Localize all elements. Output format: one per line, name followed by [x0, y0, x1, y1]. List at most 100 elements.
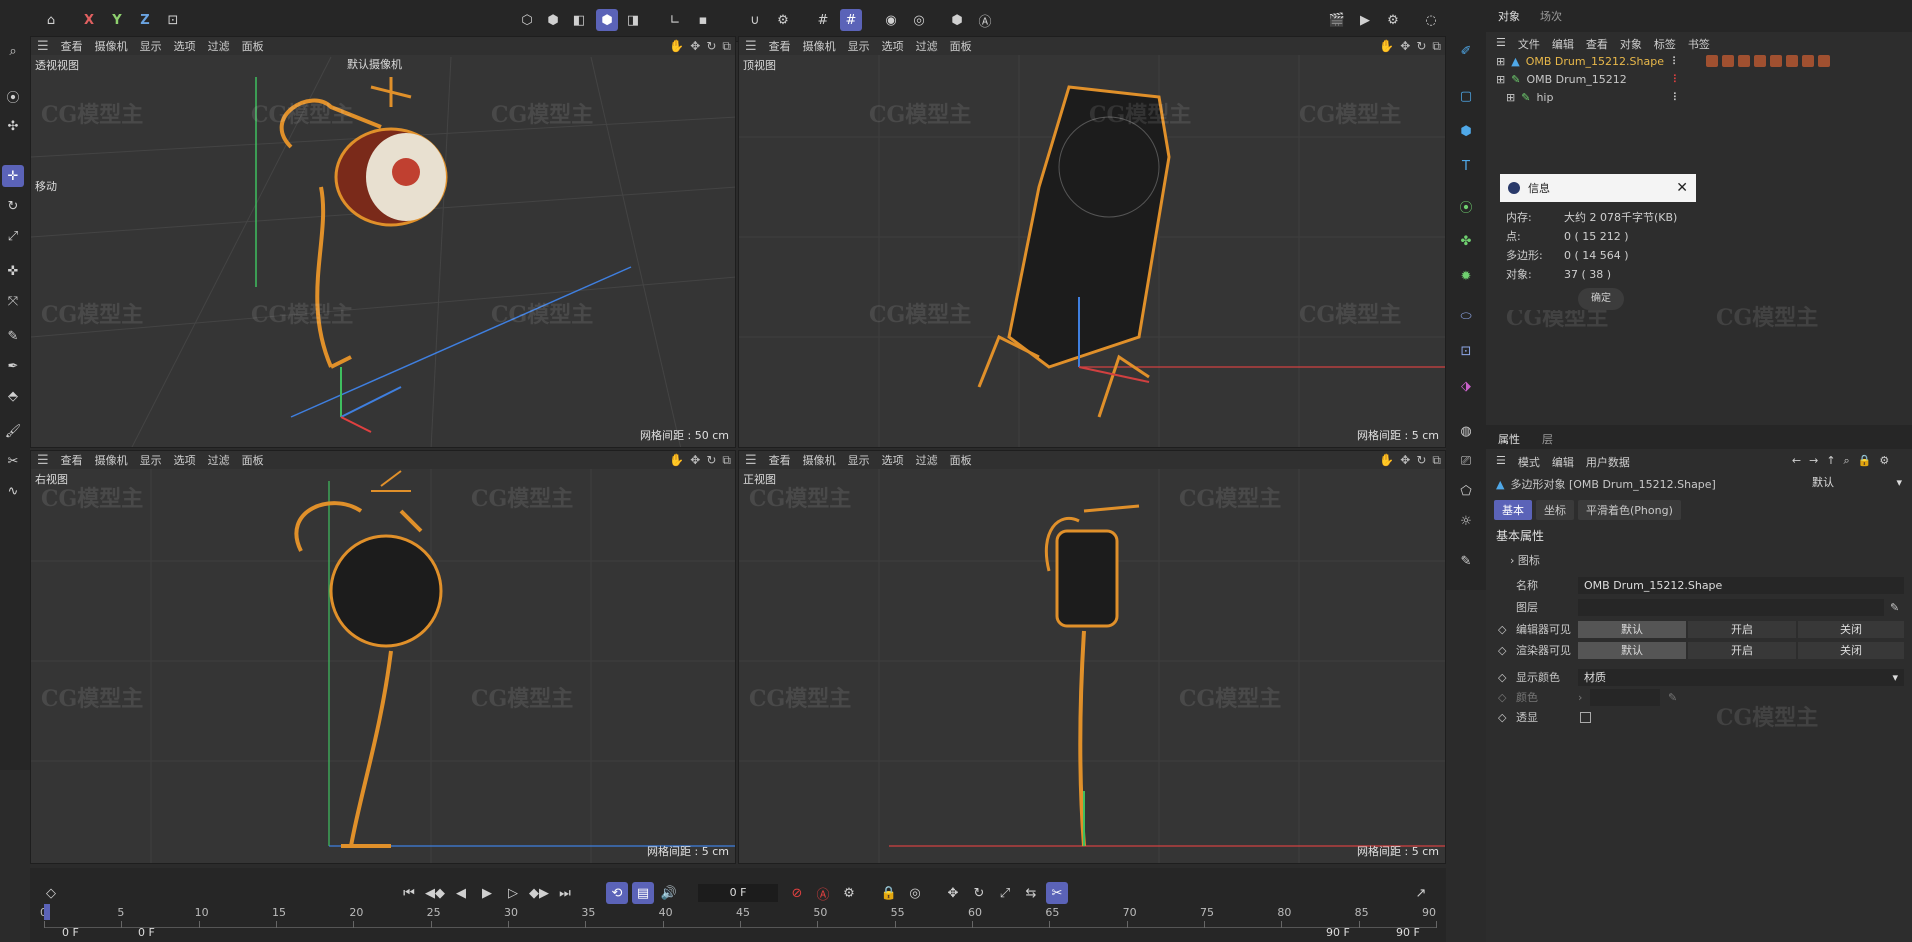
material-tag-icon[interactable]: [1785, 55, 1798, 67]
object-row[interactable]: ⊞ ▲ OMB Drum_15212.Shape ⠇: [1486, 52, 1912, 70]
search-icon[interactable]: ⌕: [1844, 454, 1850, 470]
eyedropper-icon[interactable]: ✎: [1668, 691, 1677, 704]
viewport-top[interactable]: ☰ 查看 摄像机 显示 选项 过滤 面板 ✋ ✥ ↻ ⧉ 顶视图 网格间距 : 5 c…: [738, 36, 1446, 448]
y-axis-lock-icon[interactable]: Y: [106, 9, 128, 31]
playhead[interactable]: [44, 904, 50, 920]
menu-bookmarks[interactable]: 书签: [1688, 36, 1710, 52]
camera-icon[interactable]: ⎚: [1455, 450, 1477, 472]
deformer-icon[interactable]: ⬭: [1455, 305, 1477, 327]
object-name[interactable]: OMB Drum_15212: [1526, 73, 1666, 86]
knife-icon[interactable]: ✂: [2, 450, 24, 472]
render-mode-1-icon[interactable]: ⬡: [516, 9, 538, 31]
snap-icon[interactable]: ∟: [664, 9, 686, 31]
end-frame-b[interactable]: 90 F: [1396, 926, 1420, 939]
motion-icon[interactable]: ◎: [904, 882, 926, 904]
render-mode-active-icon[interactable]: ⬢: [596, 9, 618, 31]
subtab-basic[interactable]: 基本: [1494, 500, 1532, 520]
chevron-right-icon[interactable]: ›: [1578, 691, 1582, 704]
end-frame-a[interactable]: 90 F: [1326, 926, 1350, 939]
render-visible-on[interactable]: 开启: [1688, 641, 1796, 659]
name-field[interactable]: OMB Drum_15212.Shape: [1578, 576, 1904, 594]
grid-icon[interactable]: #: [812, 9, 834, 31]
tab-layers[interactable]: 层: [1542, 431, 1553, 447]
back-icon[interactable]: ←: [1792, 454, 1801, 470]
scale-key-icon[interactable]: ⤢: [994, 882, 1016, 904]
prev-key-icon[interactable]: ◀◆: [424, 882, 446, 904]
menu-edit[interactable]: 编辑: [1552, 454, 1574, 470]
render-mode-2-icon[interactable]: ⬢: [542, 9, 564, 31]
scene-icon[interactable]: ⬗: [1455, 375, 1477, 397]
lock-icon[interactable]: 🔒: [1858, 454, 1872, 470]
undo-icon[interactable]: ⌂: [40, 9, 62, 31]
autokey-icon[interactable]: ◎: [908, 9, 930, 31]
menu-tags[interactable]: 标签: [1654, 36, 1676, 52]
cube-primitive-icon[interactable]: ⬢: [1455, 120, 1477, 142]
pen-icon[interactable]: ✒: [2, 355, 24, 377]
editor-visible-off[interactable]: 关闭: [1798, 620, 1904, 638]
move-icon[interactable]: ✛: [2, 165, 24, 187]
select-icon[interactable]: ⦿: [2, 85, 24, 107]
text-tool-icon[interactable]: T: [1455, 155, 1477, 177]
tab-attributes[interactable]: 属性: [1498, 431, 1520, 447]
menu-user-data[interactable]: 用户数据: [1586, 454, 1630, 470]
x-axis-lock-icon[interactable]: X: [78, 9, 100, 31]
rectangle-spline-icon[interactable]: ▢: [1455, 85, 1477, 107]
environment-icon[interactable]: ◍: [1455, 420, 1477, 442]
render-mode-5-icon[interactable]: ◨: [622, 9, 644, 31]
icon-group[interactable]: › 图标: [1510, 552, 1540, 568]
keyframe-icon[interactable]: ◇: [40, 882, 62, 904]
goto-start-icon[interactable]: ⏮: [398, 882, 420, 904]
start-frame-a[interactable]: 0 F: [62, 926, 79, 939]
tab-scene[interactable]: 场次: [1540, 8, 1562, 24]
layer-edit-icon[interactable]: ✎: [1890, 601, 1899, 614]
expand-icon[interactable]: ⊞: [1496, 73, 1505, 86]
viewport-right[interactable]: ☰ 查看 摄像机 显示 选项 过滤 面板 ✋ ✥ ↻ ⧉ 右视图 网格间距 : 5 c…: [30, 450, 736, 864]
render-mode-3-icon[interactable]: ◧: [568, 9, 590, 31]
visibility-dot-icon[interactable]: ⠇: [1672, 73, 1680, 86]
material-tag-icon[interactable]: [1721, 55, 1734, 67]
lock-icon[interactable]: 🔒: [878, 882, 900, 904]
record-keys-icon[interactable]: ⊘: [786, 882, 808, 904]
next-frame-icon[interactable]: ▷: [502, 882, 524, 904]
display-color-dropdown[interactable]: 材质 ▾: [1578, 668, 1904, 686]
material-tag-icon[interactable]: [1753, 55, 1766, 67]
object-row[interactable]: ⊞ ✎ OMB Drum_15212 ⠇: [1486, 70, 1912, 88]
expand-icon[interactable]: ⊞: [1506, 91, 1515, 104]
curve-editor-icon[interactable]: ↗: [1410, 882, 1432, 904]
keyframe-diamond-icon[interactable]: ◇: [1498, 671, 1506, 684]
pen-tool-icon[interactable]: ✐: [1455, 40, 1477, 62]
transform-icon[interactable]: ✜: [2, 260, 24, 282]
light-icon[interactable]: ☼: [1455, 510, 1477, 532]
spline-pen-icon[interactable]: ✎: [2, 325, 24, 347]
tab-objects[interactable]: 对象: [1498, 8, 1520, 24]
sound-icon[interactable]: 🔊: [658, 882, 680, 904]
editor-visible-default[interactable]: 默认: [1578, 620, 1686, 638]
position-key-icon[interactable]: ✥: [942, 882, 964, 904]
menu-mode[interactable]: 模式: [1518, 454, 1540, 470]
keyframe-diamond-icon[interactable]: ◇: [1498, 623, 1506, 636]
rotate-icon[interactable]: ↻: [2, 195, 24, 217]
close-icon[interactable]: ✕: [1676, 180, 1688, 196]
smooth-icon[interactable]: ∿: [2, 480, 24, 502]
up-icon[interactable]: ↑: [1826, 454, 1835, 470]
goto-end-icon[interactable]: ⏭: [554, 882, 576, 904]
menu-file[interactable]: 文件: [1518, 36, 1540, 52]
forward-icon[interactable]: →: [1809, 454, 1818, 470]
rotation-key-icon[interactable]: ↻: [968, 882, 990, 904]
render-queue-icon[interactable]: ◌: [1420, 9, 1442, 31]
subtab-coord[interactable]: 坐标: [1536, 500, 1574, 520]
scale-icon[interactable]: ⤢: [2, 225, 24, 247]
live-select-icon[interactable]: ✣: [2, 115, 24, 137]
paint-icon[interactable]: ⬘: [2, 385, 24, 407]
cloner-icon[interactable]: ✤: [1455, 230, 1477, 252]
material-tag-icon[interactable]: [1705, 55, 1718, 67]
tag-icon[interactable]: ⬠: [1455, 480, 1477, 502]
settings-gear-icon[interactable]: ⚙: [772, 9, 794, 31]
grid-snap-icon[interactable]: #: [840, 9, 862, 31]
brush-icon[interactable]: 🖌: [2, 420, 24, 442]
render-visible-default[interactable]: 默认: [1578, 641, 1686, 659]
pla-key-icon[interactable]: ✂: [1046, 882, 1068, 904]
color-swatch[interactable]: [1590, 688, 1660, 706]
object-name[interactable]: OMB Drum_15212.Shape: [1526, 55, 1666, 68]
expand-icon[interactable]: ⊞: [1496, 55, 1505, 68]
